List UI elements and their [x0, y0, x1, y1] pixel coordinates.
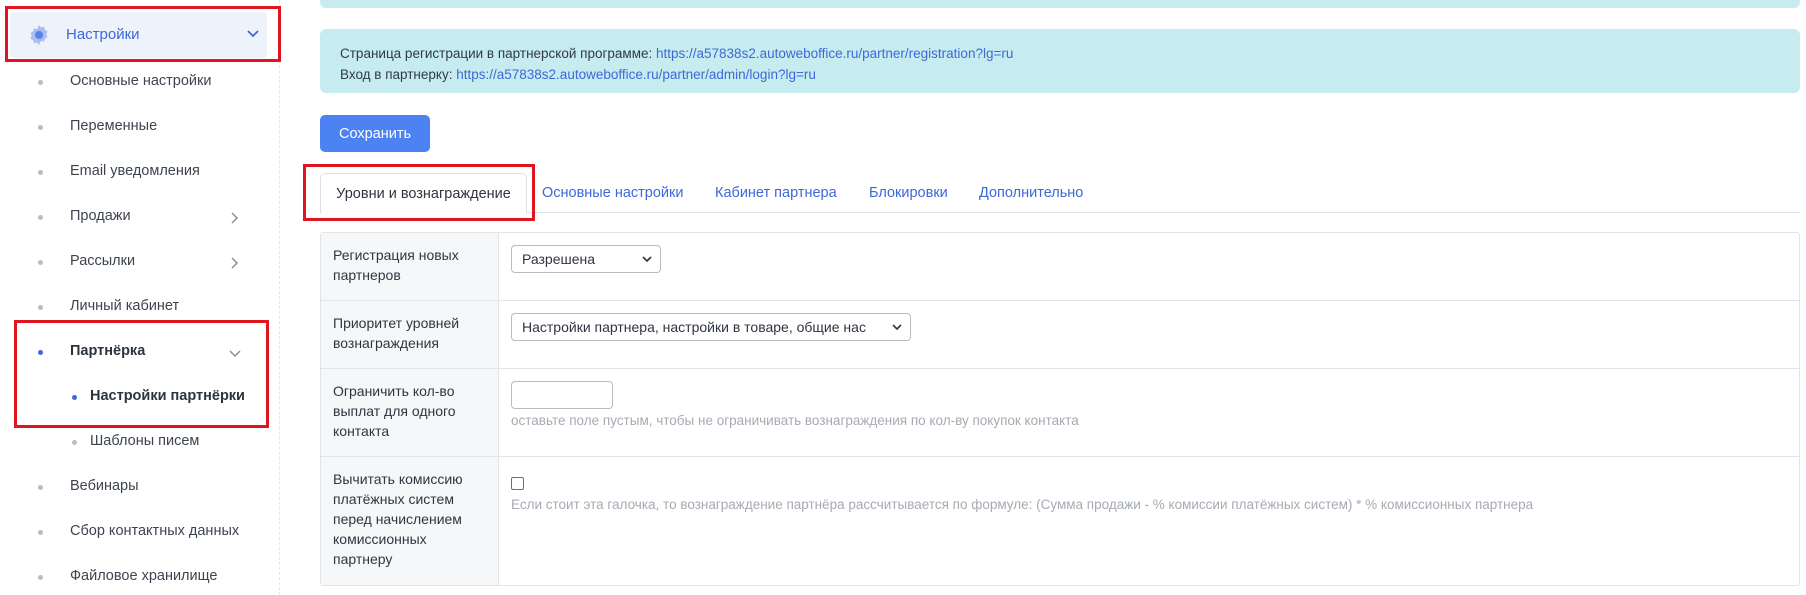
- chevron-right-icon: [231, 212, 239, 224]
- sidebar-item-label: Личный кабинет: [70, 298, 180, 314]
- sidebar-item-webinars[interactable]: Вебинары: [0, 472, 270, 502]
- bullet-icon: [38, 305, 43, 310]
- sidebar-item-file-storage[interactable]: Файловое хранилище: [0, 562, 270, 592]
- registration-link[interactable]: https://a57838s2.autoweboffice.ru/partne…: [656, 46, 1013, 61]
- sidebar-item-mailings[interactable]: Рассылки: [0, 247, 270, 277]
- sidebar-item-partner[interactable]: Партнёрка: [0, 337, 270, 367]
- settings-tabs: Уровни и вознаграждение Основные настрой…: [320, 173, 1800, 214]
- deduct-commission-checkbox[interactable]: [511, 477, 524, 490]
- top-banner: [320, 0, 1800, 8]
- priority-select-value: Настройки партнера, настройки в товаре, …: [522, 319, 866, 335]
- sidebar-item-variables[interactable]: Переменные: [0, 112, 270, 142]
- sidebar-item-label: Шаблоны писем: [90, 433, 200, 449]
- bullet-icon: [72, 395, 77, 400]
- sidebar-item-label: Email уведомления: [70, 163, 200, 179]
- priority-select[interactable]: Настройки партнера, настройки в товаре, …: [511, 313, 911, 341]
- row-registration: Регистрация новых партнеров Разрешена: [321, 233, 1799, 301]
- sidebar-item-basic-settings[interactable]: Основные настройки: [0, 67, 270, 97]
- row-payout-limit: Ограничить кол-во выплат для одного конт…: [321, 369, 1799, 457]
- sidebar-item-label: Партнёрка: [70, 343, 146, 359]
- bullet-icon: [38, 125, 43, 130]
- payout-limit-input[interactable]: [511, 381, 613, 409]
- tab-additional[interactable]: Дополнительно: [979, 173, 1083, 213]
- sidebar-settings-label: Настройки: [66, 26, 140, 43]
- chevron-right-icon: [231, 257, 239, 269]
- commission-control: Если стоит эта галочка, то вознаграждени…: [499, 457, 1799, 585]
- sidebar-item-sales[interactable]: Продажи: [0, 202, 270, 232]
- login-link[interactable]: https://a57838s2.autoweboffice.ru/partne…: [456, 67, 816, 82]
- registration-label: Страница регистрации в партнерской прогр…: [340, 46, 653, 61]
- sidebar-item-label: Настройки партнёрки: [90, 388, 245, 404]
- sidebar-item-email-notifications[interactable]: Email уведомления: [0, 157, 270, 187]
- sidebar-item-personal-cabinet[interactable]: Личный кабинет: [0, 292, 270, 322]
- sidebar-item-settings[interactable]: Настройки: [10, 12, 267, 58]
- login-line: Вход в партнерку: https://a57838s2.autow…: [340, 64, 1780, 85]
- sidebar-item-label: Файловое хранилище: [70, 568, 218, 584]
- sidebar-item-label: Сбор контактных данных: [70, 523, 240, 539]
- bullet-icon: [38, 260, 43, 265]
- bullet-icon: [38, 485, 43, 490]
- limit-hint: оставьте поле пустым, чтобы не ограничив…: [511, 413, 1079, 428]
- login-label: Вход в партнерку:: [340, 67, 453, 82]
- bullet-icon: [38, 215, 43, 220]
- commission-hint: Если стоит эта галочка, то вознаграждени…: [511, 497, 1534, 512]
- bullet-icon: [72, 440, 77, 445]
- bullet-icon: [38, 530, 43, 535]
- tab-basic-settings[interactable]: Основные настройки: [542, 173, 683, 213]
- sidebar-item-label: Основные настройки: [70, 73, 212, 89]
- sidebar-item-label: Продажи: [70, 208, 131, 224]
- chevron-down-icon: [229, 350, 241, 358]
- tab-partner-cabinet[interactable]: Кабинет партнера: [715, 173, 837, 213]
- sidebar-item-email-templates[interactable]: Шаблоны писем: [0, 427, 270, 457]
- save-button[interactable]: Сохранить: [320, 115, 430, 152]
- registration-line: Страница регистрации в партнерской прогр…: [340, 43, 1780, 64]
- bullet-icon: [38, 350, 43, 355]
- sidebar-item-label: Рассылки: [70, 253, 136, 269]
- bullet-icon: [38, 80, 43, 85]
- chevron-down-icon: [642, 256, 652, 263]
- chevron-down-icon: [892, 324, 902, 331]
- chevron-down-icon[interactable]: [246, 29, 260, 39]
- gear-icon: [30, 25, 48, 45]
- tab-levels-rewards[interactable]: Уровни и вознаграждение: [320, 173, 527, 214]
- sidebar-item-label: Вебинары: [70, 478, 139, 494]
- commission-field-label: Вычитать комиссию платёжных систем перед…: [321, 457, 499, 585]
- priority-control: Настройки партнера, настройки в товаре, …: [499, 301, 1799, 368]
- row-commission: Вычитать комиссию платёжных систем перед…: [321, 457, 1799, 585]
- priority-field-label: Приоритет уровней вознаграждения: [321, 301, 499, 368]
- levels-rewards-form: Регистрация новых партнеров Разрешена Пр…: [320, 232, 1800, 586]
- sidebar-item-contact-collection[interactable]: Сбор контактных данных: [0, 517, 270, 547]
- partner-links-info: Страница регистрации в партнерской прогр…: [320, 29, 1800, 93]
- bullet-icon: [38, 170, 43, 175]
- sidebar-item-partner-settings[interactable]: Настройки партнёрки: [0, 382, 270, 412]
- tab-blocks[interactable]: Блокировки: [869, 173, 948, 213]
- registration-control: Разрешена: [499, 233, 1799, 300]
- sidebar: Настройки Основные настройки Переменные …: [0, 0, 281, 595]
- limit-control: оставьте поле пустым, чтобы не ограничив…: [499, 369, 1799, 456]
- sidebar-item-label: Переменные: [70, 118, 158, 134]
- registration-select-value: Разрешена: [522, 251, 596, 267]
- row-priority: Приоритет уровней вознаграждения Настрой…: [321, 301, 1799, 369]
- registration-select[interactable]: Разрешена: [511, 245, 661, 273]
- bullet-icon: [38, 575, 43, 580]
- registration-field-label: Регистрация новых партнеров: [321, 233, 499, 300]
- limit-field-label: Ограничить кол-во выплат для одного конт…: [321, 369, 499, 456]
